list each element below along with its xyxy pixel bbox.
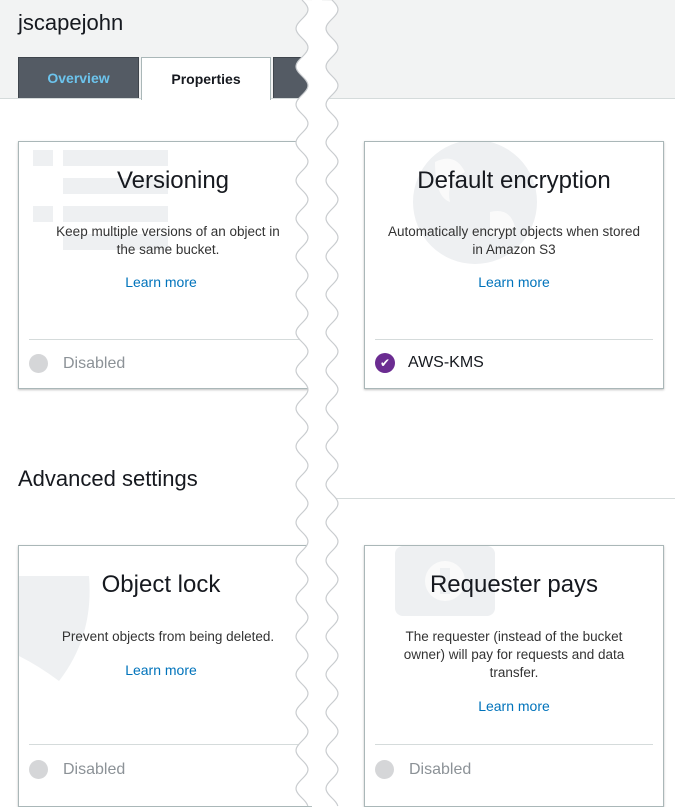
requester-pays-status-text: Disabled bbox=[409, 760, 472, 778]
bucket-name: jscapejohn bbox=[18, 10, 124, 35]
object-lock-status: Disabled bbox=[29, 760, 125, 779]
versioning-description: Keep multiple versions of an object in t… bbox=[56, 224, 280, 257]
disabled-dot-icon bbox=[29, 760, 48, 779]
object-lock-title: Object lock bbox=[101, 571, 221, 598]
check-icon: ✔ bbox=[375, 353, 395, 373]
object-lock-description: Prevent objects from being deleted. bbox=[61, 629, 275, 644]
requester-pays-title: Requester pays bbox=[429, 571, 599, 598]
advanced-settings-title: Advanced settings bbox=[18, 466, 198, 491]
default-encryption-divider bbox=[375, 339, 653, 340]
requester-pays-card[interactable]: Requester pays The requester (instead of… bbox=[364, 545, 664, 807]
tab-properties[interactable]: Properties bbox=[141, 57, 271, 100]
default-encryption-learn-more-link[interactable]: Learn more bbox=[365, 274, 663, 290]
object-lock-card[interactable]: Object lock Prevent objects from being d… bbox=[18, 545, 312, 807]
default-encryption-status: ✔ AWS-KMS bbox=[375, 353, 484, 373]
object-lock-status-text: Disabled bbox=[63, 760, 126, 778]
versioning-divider bbox=[29, 339, 312, 340]
default-encryption-card[interactable]: Default encryption Automatically encrypt… bbox=[364, 141, 664, 389]
versioning-status-text: Disabled bbox=[63, 354, 126, 372]
requester-pays-description: The requester (instead of the bucket own… bbox=[403, 629, 625, 680]
left-panel: jscapejohn Overview Properties Versionin… bbox=[0, 0, 312, 807]
globe-watermark-icon bbox=[413, 142, 537, 264]
tab-next-partial[interactable] bbox=[273, 57, 312, 98]
versioning-title: Versioning bbox=[116, 167, 230, 194]
disabled-dot-icon bbox=[375, 760, 394, 779]
versioning-status: Disabled bbox=[29, 354, 125, 373]
versioning-card[interactable]: Versioning Keep multiple versions of an … bbox=[18, 141, 312, 389]
requester-pays-learn-more-link[interactable]: Learn more bbox=[365, 698, 663, 714]
right-panel: Default encryption Automatically encrypt… bbox=[322, 0, 675, 807]
versioning-learn-more-link[interactable]: Learn more bbox=[19, 274, 312, 290]
disabled-dot-icon bbox=[29, 354, 48, 373]
header-band-right bbox=[322, 0, 675, 99]
default-encryption-description: Automatically encrypt objects when store… bbox=[387, 224, 641, 257]
advanced-settings-rule bbox=[322, 498, 675, 499]
object-lock-learn-more-link[interactable]: Learn more bbox=[19, 662, 312, 678]
tab-overview[interactable]: Overview bbox=[18, 57, 139, 98]
object-lock-divider bbox=[29, 744, 312, 745]
requester-pays-divider bbox=[375, 744, 653, 745]
default-encryption-title: Default encryption bbox=[417, 167, 611, 194]
requester-pays-status: Disabled bbox=[375, 760, 471, 779]
default-encryption-status-text: AWS-KMS bbox=[408, 354, 484, 371]
